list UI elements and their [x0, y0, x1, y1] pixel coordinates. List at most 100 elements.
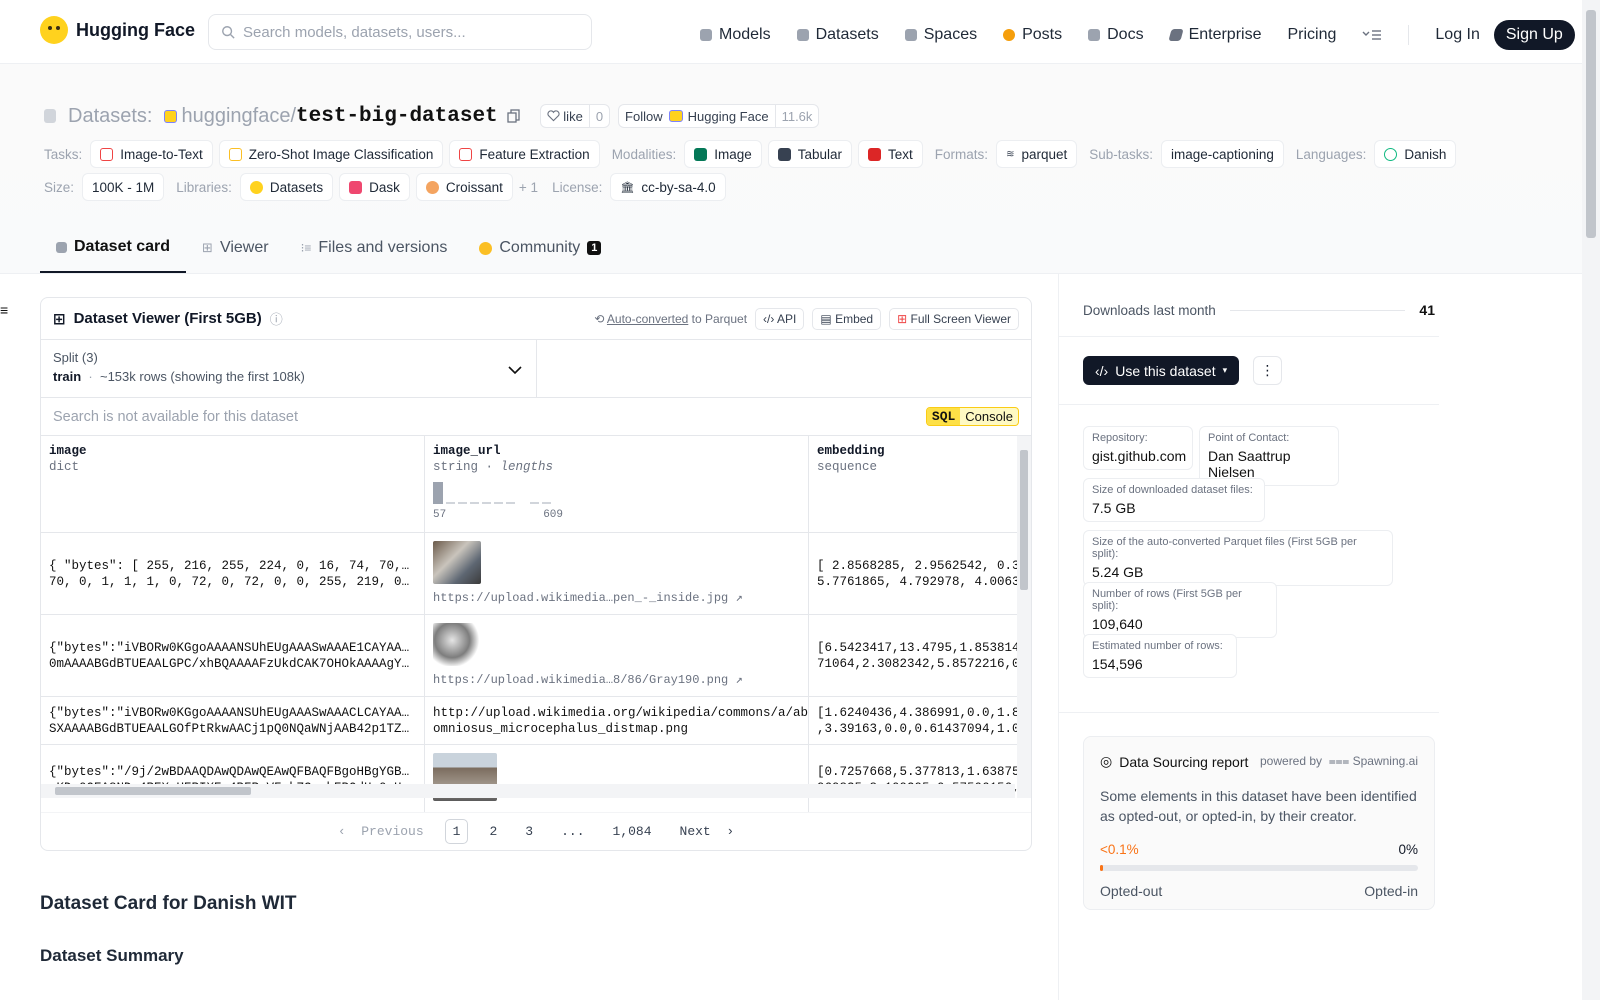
- table-cell[interactable]: [ 2.8568285, 2.9562542, 0.337 5.7761865, …: [809, 533, 1019, 614]
- toc-toggle-icon[interactable]: ≡: [0, 302, 8, 318]
- tag-image[interactable]: Image: [684, 140, 762, 168]
- table-cell[interactable]: [0.7257668,5.377813,1.6387578969835,8.10…: [809, 745, 1019, 812]
- page-scrollbar[interactable]: [1582, 0, 1600, 1000]
- page-button[interactable]: 1: [444, 819, 469, 844]
- nav-docs-label: Docs: [1107, 26, 1144, 43]
- embed-icon: ▤: [820, 311, 832, 326]
- table-cell[interactable]: [425, 745, 809, 812]
- global-search-input[interactable]: [243, 23, 573, 41]
- zero-shot-icon: [228, 147, 242, 161]
- tab-dataset-card[interactable]: Dataset card: [40, 237, 187, 273]
- tag-image-to-text[interactable]: Image-to-Text: [90, 140, 213, 168]
- api-button[interactable]: ‹/› API: [755, 307, 805, 330]
- tag-license[interactable]: 🏛 cc-by-sa-4.0: [610, 173, 726, 201]
- spaces-icon: [904, 29, 917, 41]
- signup-button[interactable]: Sign Up: [1493, 20, 1575, 50]
- tag-dask[interactable]: Dask: [339, 173, 410, 201]
- auto-converted-link[interactable]: Auto-converted: [607, 312, 688, 326]
- nav-docs[interactable]: Docs: [1088, 26, 1144, 44]
- table-horizontal-scrollbar[interactable]: [41, 784, 1015, 798]
- table-cell[interactable]: {"bytes":"iVBORw0KGgoAAAANSUhEUgAAASwAAA…: [41, 697, 425, 744]
- column-header-embedding[interactable]: embedding sequence: [809, 436, 1019, 532]
- page-button[interactable]: 2: [482, 820, 504, 843]
- table-row[interactable]: {"bytes":"iVBORw0KGgoAAAANSUhEUgAAASwAAA…: [41, 697, 1031, 745]
- tag-text[interactable]: Text: [858, 140, 923, 168]
- like-button[interactable]: like 0: [539, 104, 611, 128]
- api-label: API: [777, 311, 797, 326]
- repo-header: Datasets: huggingface / test-big-dataset…: [0, 64, 1582, 274]
- tag-croissant[interactable]: Croissant: [415, 173, 513, 201]
- tag-tabular[interactable]: Tabular: [767, 140, 853, 168]
- column-header-image[interactable]: image dict: [41, 436, 425, 532]
- nav-models[interactable]: Models: [700, 26, 771, 44]
- tag-zero-shot[interactable]: Zero-Shot Image Classification: [218, 140, 444, 168]
- table-cell[interactable]: https://upload.wikimedia…pen_-_inside.jp…: [425, 533, 809, 614]
- opted-out-pct: <0.1%: [1100, 842, 1139, 857]
- signup-label: Sign Up: [1505, 26, 1563, 43]
- image-url-link[interactable]: https://upload.wikimedia…pen_-_inside.jp…: [433, 590, 800, 606]
- info-icon[interactable]: ⓘ: [270, 309, 283, 328]
- table-row[interactable]: {"bytes":"/9j/2wBDAAQDAwQDAwQEAwQFBAQFBg…: [41, 745, 1031, 812]
- column-header-image-url[interactable]: image_url string · lengths 57 609: [425, 436, 809, 532]
- libraries-more[interactable]: + 1: [519, 180, 538, 195]
- repo-section-label[interactable]: Datasets:: [68, 105, 152, 128]
- previous-page-button[interactable]: ‹ Previous: [331, 820, 431, 843]
- report-title: Data Sourcing report: [1119, 753, 1249, 770]
- image-thumbnail[interactable]: [433, 541, 481, 584]
- table-cell[interactable]: [1.6240436,4.386991,0.0,1.845,3.39163,0.…: [809, 697, 1019, 744]
- page-scrollbar-thumb[interactable]: [1586, 10, 1596, 238]
- embed-button[interactable]: ▤ Embed: [812, 307, 882, 330]
- table-vertical-scrollbar[interactable]: [1017, 436, 1031, 798]
- repo-owner-link[interactable]: huggingface: [181, 105, 290, 128]
- table-cell[interactable]: [6.5423417,13.4795,1.8538148, 71064,2.308…: [809, 615, 1019, 696]
- global-search[interactable]: [208, 14, 592, 50]
- table-cell[interactable]: http://upload.wikimedia.org/wikipedia/co…: [425, 697, 809, 744]
- table-cell[interactable]: { "bytes": [ 255, 216, 255, 224, 0, 16, …: [41, 533, 425, 614]
- follow-button[interactable]: Follow Hugging Face 11.6k: [618, 104, 820, 128]
- table-cell[interactable]: {"bytes":"/9j/2wBDAAQDAwQDAwQEAwQFBAQFBg…: [41, 745, 425, 812]
- tag-image-captioning[interactable]: image-captioning: [1161, 140, 1284, 168]
- site-logo[interactable]: Hugging Face: [40, 16, 195, 44]
- console-label: Console: [965, 409, 1013, 424]
- tag-size[interactable]: 100K - 1M: [82, 173, 165, 201]
- tag-datasets-lib[interactable]: Datasets: [239, 173, 334, 201]
- repo-name[interactable]: test-big-dataset: [296, 105, 498, 128]
- scrollbar-thumb[interactable]: [1020, 450, 1028, 590]
- table-row[interactable]: {"bytes":"iVBORw0KGgoAAAANSUhEUgAAASwAAA…: [41, 615, 1031, 697]
- powered-by[interactable]: powered by ⩶ Spawning.ai: [1260, 754, 1418, 769]
- meta-contact[interactable]: Point of Contact: Dan Saattrup Nielsen: [1199, 426, 1339, 486]
- nav-datasets[interactable]: Datasets: [796, 26, 879, 44]
- page-button[interactable]: 1,084: [606, 820, 659, 843]
- tag-label: cc-by-sa-4.0: [641, 179, 716, 195]
- tab-community[interactable]: Community 1: [463, 237, 617, 273]
- image-url-link[interactable]: https://upload.wikimedia…8/86/Gray190.pn…: [433, 672, 800, 688]
- tag-feature-extraction[interactable]: Feature Extraction: [449, 140, 600, 168]
- tag-danish[interactable]: Danish: [1374, 140, 1457, 168]
- nav-pricing[interactable]: Pricing: [1287, 26, 1336, 44]
- use-this-dataset-button[interactable]: ‹/› Use this dataset ▾: [1083, 356, 1240, 385]
- table-row[interactable]: { "bytes": [ 255, 216, 255, 224, 0, 16, …: [41, 533, 1031, 615]
- next-page-button[interactable]: Next ›: [673, 820, 742, 843]
- copy-icon[interactable]: [506, 108, 522, 124]
- cell-line: omniosus_microcephalus_distmap.png: [433, 721, 689, 736]
- full-screen-button[interactable]: ⊞ Full Screen Viewer: [889, 307, 1019, 330]
- nav-more-menu-icon[interactable]: [1362, 28, 1382, 42]
- page-button[interactable]: 3: [518, 820, 540, 843]
- nav-posts[interactable]: Posts: [1003, 26, 1062, 44]
- meta-repository[interactable]: Repository: gist.github.com: [1083, 426, 1193, 470]
- sql-console-button[interactable]: SQL Console: [925, 407, 1019, 426]
- more-options-icon[interactable]: ⋮: [1253, 356, 1282, 385]
- tag-parquet[interactable]: ≋ parquet: [996, 140, 1078, 168]
- login-link[interactable]: Log In: [1435, 26, 1479, 44]
- length-histogram[interactable]: [433, 478, 573, 506]
- scrollbar-thumb[interactable]: [55, 787, 251, 795]
- table-cell[interactable]: {"bytes":"iVBORw0KGgoAAAANSUhEUgAAASwAAA…: [41, 615, 425, 696]
- tab-viewer[interactable]: ⊞ Viewer: [186, 237, 285, 273]
- nav-enterprise[interactable]: Enterprise: [1167, 26, 1261, 44]
- image-thumbnail[interactable]: [433, 623, 481, 666]
- tab-files[interactable]: ⁝≡ Files and versions: [285, 237, 464, 273]
- nav-spaces[interactable]: Spaces: [904, 26, 977, 44]
- split-selector[interactable]: Split (3) train · ~153k rows (showing th…: [41, 340, 537, 397]
- viewer-search[interactable]: Search is not available for this dataset…: [41, 398, 1031, 436]
- table-cell[interactable]: https://upload.wikimedia…8/86/Gray190.pn…: [425, 615, 809, 696]
